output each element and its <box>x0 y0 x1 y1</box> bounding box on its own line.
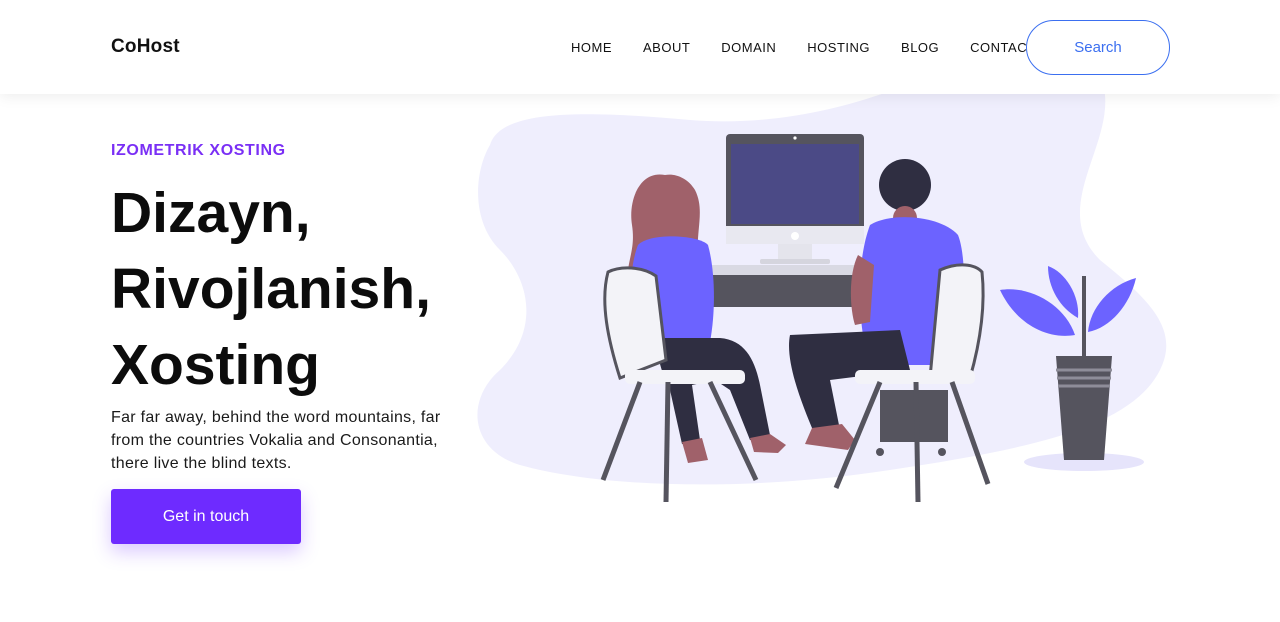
headline-line-3: Xosting <box>111 333 320 397</box>
monitor-screen <box>731 144 859 224</box>
hero-eyebrow: IZOMETRIK XOSTING <box>111 142 286 159</box>
page: CoHost HOME ABOUT DOMAIN HOSTING BLOG CO… <box>0 0 1280 622</box>
hero-headline: Dizayn, Rivojlanish, Xosting <box>111 175 431 403</box>
headline-line-2: Rivojlanish, <box>111 257 431 321</box>
headline-line-1: Dizayn, <box>111 181 311 245</box>
search-button[interactable]: Search <box>1026 20 1170 75</box>
nav-link-blog[interactable]: BLOG <box>901 40 939 55</box>
man-head <box>879 159 931 211</box>
nav-link-domain[interactable]: DOMAIN <box>721 40 776 55</box>
plant-pot <box>1056 356 1112 460</box>
nav-links: HOME ABOUT DOMAIN HOSTING BLOG CONTACT <box>571 40 1067 55</box>
get-in-touch-button[interactable]: Get in touch <box>111 489 301 544</box>
hero-illustration <box>477 45 1167 503</box>
nav-link-home[interactable]: HOME <box>571 40 612 55</box>
hero-description: Far far away, behind the word mountains,… <box>111 409 441 472</box>
nav-link-about[interactable]: ABOUT <box>643 40 690 55</box>
navbar: CoHost HOME ABOUT DOMAIN HOSTING BLOG CO… <box>0 0 1280 94</box>
brand-logo[interactable]: CoHost <box>111 36 180 58</box>
nav-link-hosting[interactable]: HOSTING <box>807 40 870 55</box>
